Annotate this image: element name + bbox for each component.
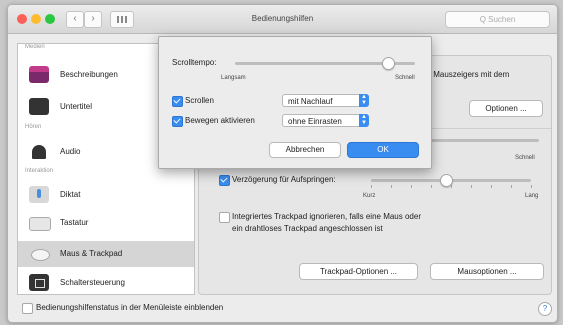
sidebar-item-label: Tastatur (60, 218, 89, 227)
cancel-button[interactable]: Abbrechen (269, 142, 341, 158)
updown-arrows-icon: ▲ ▼ (359, 114, 369, 127)
scroll-speed-label: Scrolltempo: (172, 58, 217, 67)
scroll-checkbox-label: Scrollen (185, 96, 214, 105)
sidebar-item-label: Beschreibungen (60, 70, 118, 79)
delay-checkbox[interactable] (219, 175, 230, 186)
scroll-speed-slider-knob[interactable] (382, 57, 395, 70)
slider-tick (491, 185, 492, 188)
partial-description: s Mauszeigers mit dem (427, 70, 510, 79)
scroll-options-dialog: Scrolltempo: Langsam Schnell Scrollen mi… (158, 36, 432, 169)
audio-icon (29, 143, 49, 160)
move-mode-value: ohne Einrasten (288, 117, 342, 126)
sidebar-item-label: Schaltersteuerung (60, 278, 125, 287)
slider-tick (431, 185, 432, 188)
slider-tick (471, 185, 472, 188)
ignore-trackpad-label-line2: ein drahtloses Trackpad angeschlossen is… (232, 224, 383, 233)
preferences-window: ‹ › Bedienungshilfen Q Suchen Medien Bes… (7, 4, 558, 323)
sidebar-item-tastatur[interactable]: Tastatur (18, 210, 194, 236)
ignore-trackpad-checkbox[interactable] (219, 212, 230, 223)
section-medien: Medien (25, 44, 45, 50)
move-checkbox[interactable] (172, 116, 183, 127)
sidebar-item-label: Diktat (60, 190, 81, 199)
ok-button[interactable]: OK (347, 142, 419, 158)
descriptions-icon (29, 66, 49, 83)
ignore-trackpad-label-line1: Integriertes Trackpad ignorieren, falls … (232, 212, 421, 221)
options-button[interactable]: Optionen ... (469, 100, 543, 117)
speed-slider-track[interactable] (429, 139, 539, 142)
sidebar-item-schaltersteuerung[interactable]: Schaltersteuerung (18, 270, 194, 294)
scroll-fast-label: Schnell (395, 75, 415, 81)
speed-fast-label: Schnell (515, 155, 535, 161)
scroll-mode-select[interactable]: mit Nachlauf ▲ ▼ (282, 94, 369, 107)
subtitles-icon (29, 98, 49, 115)
sidebar-item-label: Audio (60, 147, 81, 156)
delay-long-label: Lang (525, 193, 539, 199)
slider-tick (511, 185, 512, 188)
slider-tick (391, 185, 392, 188)
slider-tick (411, 185, 412, 188)
updown-arrows-icon: ▲ ▼ (359, 94, 369, 107)
title-bar: ‹ › Bedienungshilfen Q Suchen (8, 5, 557, 34)
scroll-slow-label: Langsam (221, 75, 246, 81)
search-input[interactable]: Q Suchen (445, 11, 550, 28)
help-button[interactable]: ? (538, 302, 552, 316)
section-interaktion: Interaktion (25, 168, 54, 174)
scroll-checkbox[interactable] (172, 96, 183, 107)
slider-tick (371, 185, 372, 188)
slider-tick (531, 185, 532, 188)
sidebar-item-label: Maus & Trackpad (60, 249, 123, 258)
scroll-mode-value: mit Nachlauf (288, 97, 333, 106)
move-checkbox-label: Bewegen aktivieren (185, 116, 255, 125)
microphone-icon (29, 186, 49, 203)
menu-bar-status-label: Bedienungshilfenstatus in der Menüleiste… (36, 303, 224, 312)
sidebar-item-diktat[interactable]: Diktat (18, 182, 194, 208)
mouse-options-button[interactable]: Mausoptionen ... (430, 263, 544, 280)
delay-short-label: Kurz (363, 193, 376, 199)
mouse-icon (29, 245, 50, 262)
move-mode-select[interactable]: ohne Einrasten ▲ ▼ (282, 114, 369, 127)
section-hoeren: Hören (25, 124, 42, 130)
sidebar-item-maus-trackpad[interactable]: Maus & Trackpad (18, 241, 194, 267)
slider-tick (451, 185, 452, 188)
switch-control-icon (29, 274, 49, 291)
trackpad-options-button[interactable]: Trackpad-Optionen ... (299, 263, 418, 280)
keyboard-icon (29, 217, 51, 231)
delay-label: Verzögerung für Aufspringen: (232, 175, 336, 184)
menu-bar-status-checkbox[interactable] (22, 303, 33, 314)
sidebar-item-label: Untertitel (60, 102, 93, 111)
